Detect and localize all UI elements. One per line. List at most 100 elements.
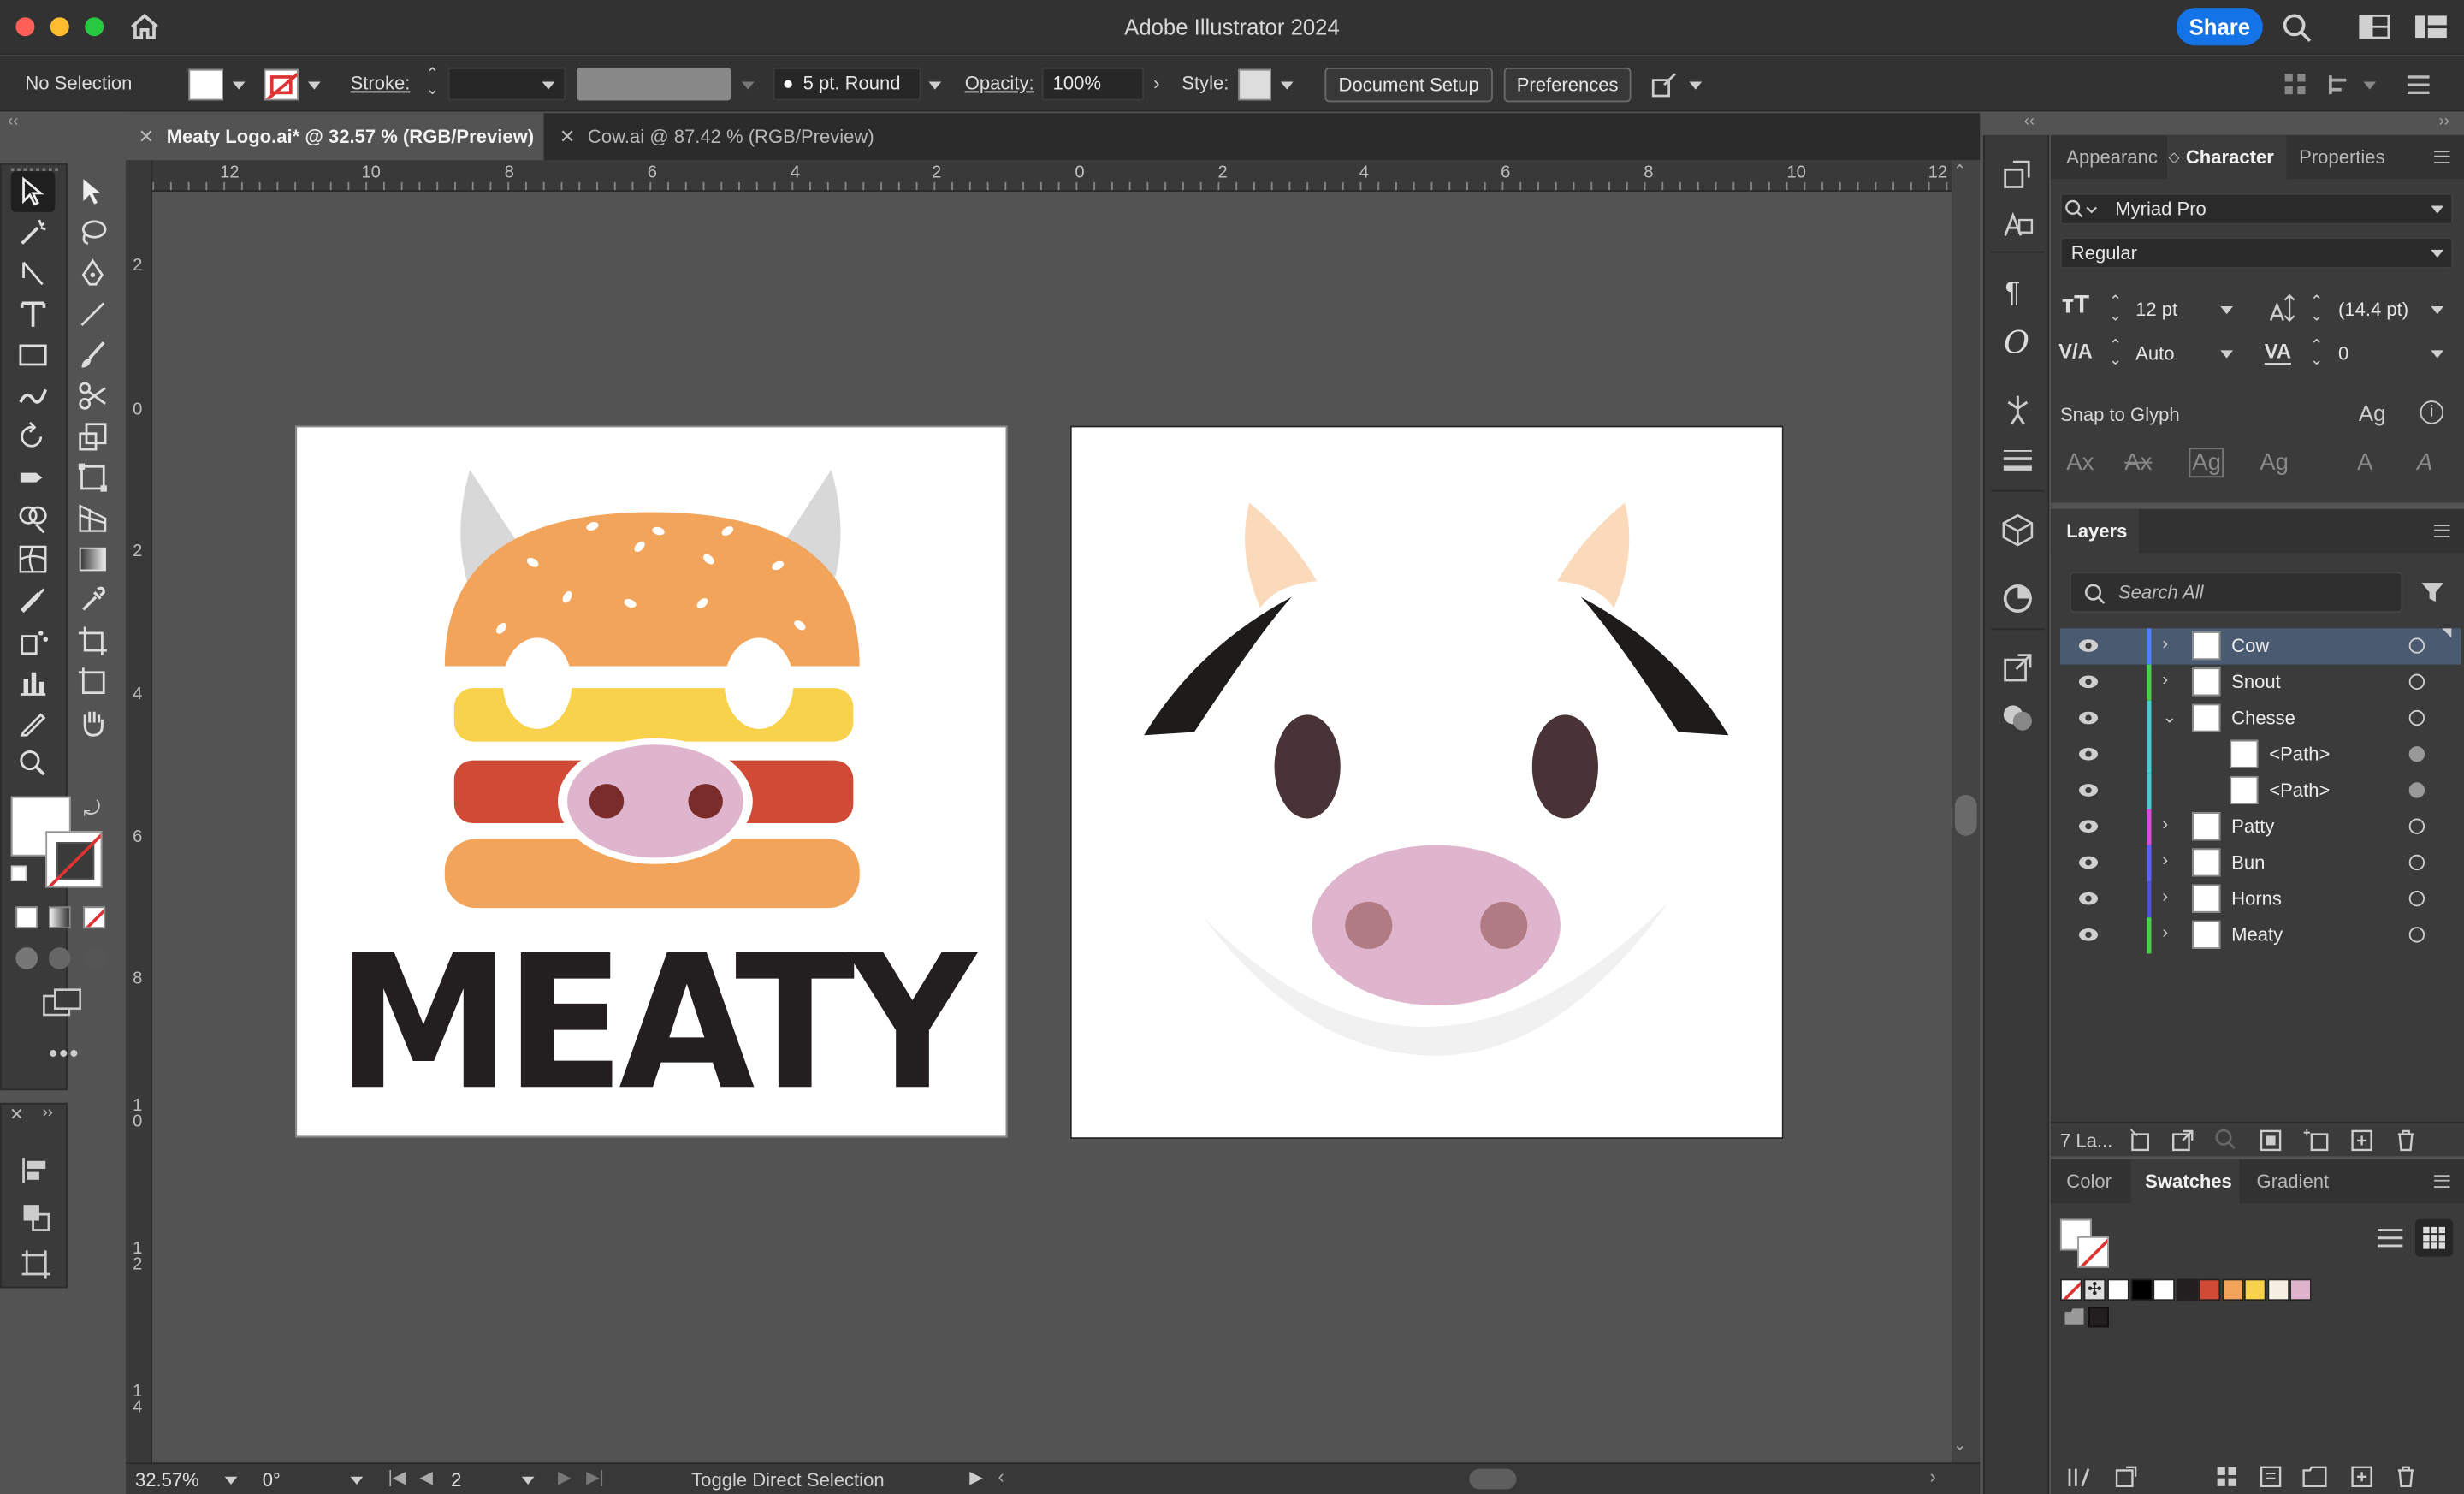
kerning-stepper[interactable]: ⌃ ⌄: [2109, 339, 2122, 369]
kerning-chevron-icon[interactable]: [2220, 350, 2233, 359]
variable-width-profile[interactable]: [577, 67, 732, 101]
status-menu-arrow-icon[interactable]: ▶: [969, 1467, 983, 1488]
expand-chevron-icon[interactable]: ›: [2162, 815, 2168, 834]
target-circle-icon[interactable]: [2408, 637, 2426, 654]
font-family-dropdown[interactable]: Myriad Pro: [2059, 193, 2454, 225]
tab-appearance[interactable]: Appearanc: [2066, 135, 2164, 179]
collapse-mini-panel-icon[interactable]: ››: [43, 1105, 53, 1122]
transform-chevron-icon[interactable]: [2363, 81, 2377, 90]
quick-actions-icon[interactable]: [1650, 71, 1679, 99]
none-mode-icon[interactable]: [83, 906, 106, 929]
leading-stepper[interactable]: ⌃ ⌄: [2310, 294, 2323, 324]
stroke-dropdown-chevron-icon[interactable]: [307, 81, 321, 90]
close-window-button[interactable]: [15, 17, 35, 37]
lock-toggle[interactable]: [2111, 743, 2135, 767]
new-swatch-icon[interactable]: [2349, 1464, 2374, 1489]
direct-selection-tool[interactable]: [64, 171, 108, 212]
tracking-stepper[interactable]: ⌃ ⌄: [2310, 339, 2323, 369]
layer-name[interactable]: Horns: [2231, 887, 2282, 910]
tab-layers[interactable]: Layers: [2050, 508, 2139, 554]
line-tool[interactable]: [64, 293, 108, 335]
vertical-scrollbar[interactable]: ⌃ ⌄: [1952, 160, 1981, 1463]
default-fill-stroke-icon[interactable]: [10, 865, 27, 881]
arrange-documents-icon[interactable]: [2359, 14, 2390, 39]
tab-swatches[interactable]: Swatches: [2130, 1159, 2240, 1204]
shaper-tool[interactable]: [11, 376, 55, 417]
show-kinds-icon[interactable]: [2214, 1464, 2239, 1489]
perspective-grid-tool[interactable]: [64, 498, 108, 539]
zoom-window-button[interactable]: [85, 17, 104, 37]
shape-builder-tool[interactable]: [11, 498, 55, 539]
artboard-chevron-icon[interactable]: [521, 1476, 535, 1485]
recolor-icon[interactable]: [2000, 581, 2035, 615]
draw-behind-icon[interactable]: [48, 947, 71, 969]
transform-icon[interactable]: [2327, 72, 2355, 97]
target-circle-icon[interactable]: [2408, 927, 2426, 943]
hand-tool[interactable]: [64, 703, 108, 744]
expand-chevron-icon[interactable]: ›: [2162, 671, 2168, 690]
arrange-icon[interactable]: [21, 1202, 52, 1234]
transparency-icon[interactable]: [2000, 701, 2035, 735]
target-circle-icon[interactable]: [2408, 673, 2426, 690]
scroll-left-arrow-icon[interactable]: ‹: [998, 1466, 1004, 1488]
expand-chevron-icon[interactable]: ›: [2162, 851, 2168, 870]
font-style-chevron-icon[interactable]: [2431, 249, 2444, 258]
home-icon[interactable]: [129, 13, 161, 41]
layer-name[interactable]: Cow: [2231, 635, 2269, 657]
toolbar-collapse-icon[interactable]: ‹‹: [8, 113, 18, 130]
collapse-chevron-icon[interactable]: ⌄: [2162, 707, 2177, 727]
new-color-group-icon[interactable]: [2302, 1464, 2327, 1489]
filter-icon[interactable]: [2420, 579, 2445, 604]
lock-toggle[interactable]: [2111, 671, 2135, 695]
expand-chevron-icon[interactable]: ›: [2162, 924, 2168, 943]
tab-options-icon[interactable]: ◇: [2169, 149, 2180, 166]
opentype-icon[interactable]: O: [2004, 323, 2029, 361]
share-button[interactable]: Share: [2176, 8, 2263, 46]
swatch-libraries-icon[interactable]: [2066, 1464, 2094, 1489]
panel-menu-icon[interactable]: [2434, 151, 2450, 163]
swatch-color[interactable]: [2107, 1278, 2129, 1301]
layer-name[interactable]: <Path>: [2269, 743, 2330, 765]
blend-tool[interactable]: [11, 579, 55, 620]
rotation-field[interactable]: 0°: [263, 1469, 341, 1491]
swatch-color[interactable]: [2221, 1278, 2243, 1301]
zoom-chevron-icon[interactable]: [224, 1476, 238, 1485]
pen-tool[interactable]: [64, 253, 108, 294]
layers-menu-icon[interactable]: [2434, 525, 2450, 537]
panels-collapse-icon[interactable]: ››: [2439, 113, 2449, 130]
layer-search-icon[interactable]: [2214, 1128, 2239, 1153]
layer-name[interactable]: Meaty: [2231, 924, 2283, 946]
swatch-stroke-indicator[interactable]: [2077, 1236, 2109, 1268]
direct-arrow-tool[interactable]: [11, 253, 55, 294]
snap-proximity-icon[interactable]: Ag: [2260, 449, 2289, 476]
delete-layer-icon[interactable]: [2393, 1128, 2418, 1153]
swatch-color[interactable]: [2266, 1278, 2289, 1301]
style-chevron-icon[interactable]: [1280, 81, 1294, 90]
next-artboard-icon[interactable]: ▶: [558, 1467, 572, 1488]
glyph-snap-options-icon[interactable]: Ag: [2359, 400, 2385, 425]
rotate-tool[interactable]: [11, 417, 55, 458]
visibility-eye-icon[interactable]: [2078, 747, 2099, 761]
3d-materials-icon[interactable]: [2000, 513, 2035, 547]
visibility-eye-icon[interactable]: [2078, 928, 2099, 941]
slice-tool[interactable]: [64, 661, 108, 703]
layers-search[interactable]: Search All: [2069, 572, 2403, 614]
font-search-icon[interactable]: [2064, 199, 2099, 220]
lock-toggle[interactable]: [2111, 851, 2135, 875]
quick-actions-chevron-icon[interactable]: [1689, 81, 1703, 90]
horizontal-scroll-thumb[interactable]: [1469, 1468, 1517, 1490]
stroke-weight-chevron-icon[interactable]: [542, 81, 555, 90]
font-size-stepper[interactable]: ⌃ ⌄: [2109, 294, 2122, 324]
artboard-options-icon[interactable]: [21, 1249, 52, 1281]
layer-row[interactable]: › Bun: [2060, 845, 2461, 881]
stroke-label[interactable]: Stroke:: [351, 72, 411, 94]
lock-toggle[interactable]: [2111, 815, 2135, 839]
leading-input[interactable]: (14.4 pt): [2327, 293, 2421, 325]
gradient-tool[interactable]: [64, 539, 108, 580]
close-tab-icon[interactable]: ✕: [139, 113, 154, 160]
snap-angle-icon[interactable]: A: [2417, 449, 2432, 476]
lock-toggle[interactable]: [2111, 924, 2135, 948]
font-family-chevron-icon[interactable]: [2431, 205, 2444, 214]
mesh-tool[interactable]: [11, 539, 55, 580]
paintbrush-tool[interactable]: [64, 335, 108, 376]
